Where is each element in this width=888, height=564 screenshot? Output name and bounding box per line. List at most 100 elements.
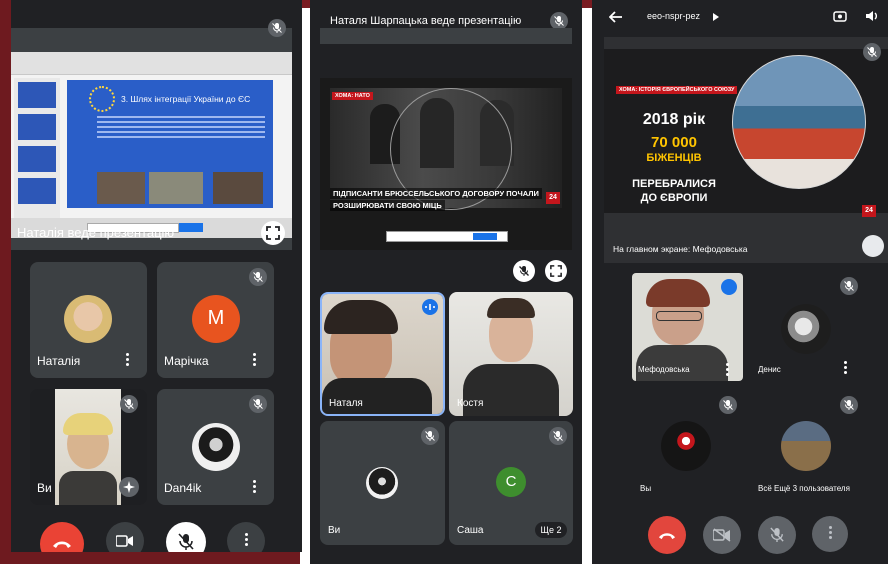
mic-off-icon	[178, 533, 194, 550]
meeting-code[interactable]: eeo-nspr-pez	[647, 11, 700, 21]
slide-body-text	[97, 116, 265, 118]
more-vert-icon	[245, 533, 249, 548]
ppt-ribbon	[11, 52, 292, 75]
participant-name: Ви	[37, 481, 52, 495]
news-caption-2: РОЗШИРЮВАТИ СВОЮ МІЦЬ	[330, 200, 445, 211]
panel-gap-1	[302, 8, 310, 564]
more-options-button[interactable]	[812, 516, 848, 552]
presenter-label: Наталя Шарпацька веде презентацію	[330, 15, 522, 27]
fullscreen-button[interactable]	[261, 221, 285, 245]
back-arrow-icon[interactable]	[609, 11, 623, 23]
avatar	[64, 295, 112, 343]
avatar	[366, 467, 398, 499]
switch-camera-icon[interactable]	[833, 10, 847, 22]
news-slide: ХОМА: ІСТОРІЯ ЄВРОПЕЙСЬКОГО СОЮЗУ 2018 р…	[604, 49, 888, 217]
slide-photo-3	[213, 172, 263, 204]
hang-up-icon	[53, 541, 71, 548]
meet-panel-1: 3. Шлях інтеграції України до ЄС Наталія…	[11, 0, 302, 552]
participant-tile-self[interactable]: Ви	[30, 389, 147, 505]
participant-tile-marichka[interactable]: M Марічка	[157, 262, 274, 378]
meet-panel-3: eeo-nspr-pez ХОМА: ІСТОРІЯ ЄВРОПЕЙСЬКОГО…	[592, 0, 888, 564]
mic-off-icon	[421, 427, 439, 445]
camera-icon	[116, 535, 133, 547]
participant-tile-mefodovska[interactable]: Мефодовська	[632, 273, 743, 381]
more-users-label[interactable]: Всё Ещё 3 пользователя	[758, 484, 850, 493]
slide-photo-2	[149, 172, 203, 204]
mic-off-icon	[249, 395, 267, 413]
more-vert-icon	[829, 526, 833, 541]
participant-name: Мефодовська	[638, 365, 690, 374]
slide-number: 70 000	[651, 134, 697, 151]
presenter-label: Наталія веде презентацію	[17, 225, 175, 240]
fullscreen-button[interactable]	[545, 260, 567, 282]
participant-name: Наталя	[329, 398, 363, 409]
avatar-initial: M	[207, 307, 225, 329]
participant-tile-dan4ik[interactable]: Dan4ik	[157, 389, 274, 505]
slide-year: 2018 рік	[642, 111, 706, 128]
participant-name: Денис	[758, 365, 781, 374]
fullscreen-icon	[550, 265, 562, 277]
hang-up-icon	[658, 533, 676, 540]
self-video	[55, 389, 121, 505]
presentation-tile[interactable]: 3. Шлях інтеграції України до ЄС Наталія…	[11, 28, 292, 250]
presentation-mute-icon	[268, 19, 286, 37]
mic-off-icon	[120, 395, 138, 413]
participant-tile-natalya[interactable]: Наталя	[320, 292, 445, 416]
left-border	[0, 0, 11, 564]
more-participants-badge[interactable]: Ще 2	[535, 522, 567, 538]
bottom-border	[0, 552, 300, 564]
channel-logo: 24	[546, 192, 560, 204]
camera-button[interactable]	[703, 516, 741, 554]
avatar	[192, 423, 240, 471]
microphone-button[interactable]	[758, 516, 796, 554]
microphone-button[interactable]	[166, 522, 206, 552]
avatar-initial: C	[505, 473, 517, 490]
share-notice-bar	[386, 231, 508, 242]
mic-off-icon	[770, 527, 784, 542]
slide-photo-1	[97, 172, 145, 204]
effects-button[interactable]	[119, 477, 139, 497]
presentation-tile[interactable]: ХОМА: НАТО ПІДПИСАНТИ БРЮССЕЛЬСЬКОГО ДОГ…	[320, 78, 572, 250]
more-options-icon[interactable]	[126, 353, 130, 368]
fullscreen-icon	[266, 226, 280, 240]
mic-off-icon	[519, 266, 529, 276]
presentation-header-strip	[320, 28, 572, 44]
participant-tile-self[interactable]: Ви	[320, 421, 445, 545]
news-tag: ХОМА: НАТО	[332, 92, 373, 100]
more-options-button[interactable]	[227, 522, 265, 552]
participant-tile-kostya[interactable]: Костя	[449, 292, 573, 416]
end-call-button[interactable]	[648, 516, 686, 554]
mic-off-icon	[863, 43, 881, 61]
participant-name: Ви	[328, 525, 341, 536]
meet-panel-2: Наталя Шарпацька веде презентацію ХОМА: …	[310, 0, 582, 564]
camera-button[interactable]	[106, 522, 144, 552]
more-options-icon[interactable]	[844, 361, 848, 376]
slide-word: БІЖЕНЦІВ	[646, 152, 702, 164]
avatar: C	[496, 467, 526, 497]
panel-gap-2	[582, 8, 592, 564]
participant-name: Саша	[457, 525, 484, 536]
mic-off-icon	[840, 277, 858, 295]
presentation-mute-button[interactable]	[513, 260, 535, 282]
avatar-more-users	[781, 421, 831, 471]
participant-tile-natalia[interactable]: Наталія	[30, 262, 147, 378]
slide-line-2: ДО ЄВРОПИ	[640, 192, 708, 204]
speaker-icon[interactable]	[865, 10, 878, 22]
end-call-button[interactable]	[40, 522, 84, 552]
mic-off-icon	[840, 396, 858, 414]
mic-off-icon	[249, 268, 267, 286]
channel-logo: 24	[862, 205, 876, 217]
pin-button[interactable]	[862, 235, 884, 257]
slideshow-window: 3. Шлях інтеграції України до ЄС	[11, 52, 292, 238]
avatar-denys	[781, 304, 831, 354]
main-screen-tile[interactable]: ХОМА: ІСТОРІЯ ЄВРОПЕЙСЬКОГО СОЮЗУ 2018 р…	[604, 37, 888, 263]
participant-tile-sasha[interactable]: C Саша Ще 2	[449, 421, 573, 545]
speaking-indicator-icon	[721, 279, 737, 295]
camera-off-icon	[713, 528, 731, 542]
more-options-icon[interactable]	[253, 480, 257, 495]
slide-title: 3. Шлях інтеграції України до ЄС	[121, 94, 251, 104]
more-options-icon[interactable]	[253, 353, 257, 368]
more-options-icon[interactable]	[726, 363, 730, 378]
mic-off-icon	[719, 396, 737, 414]
main-screen-label: На главном экране: Мефодовська	[613, 244, 748, 254]
